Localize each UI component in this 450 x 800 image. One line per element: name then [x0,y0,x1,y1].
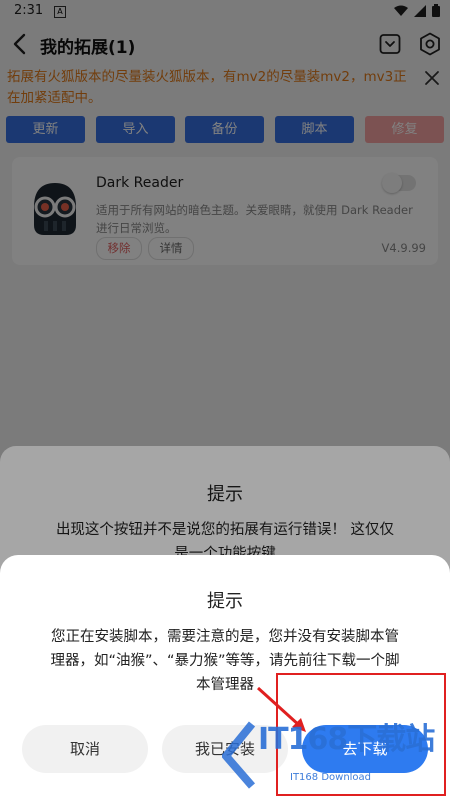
watermark-logo-icon [222,721,256,789]
watermark-subtext: IT168 Download [290,772,372,783]
watermark-text: IT168下载站 [258,722,435,757]
cancel-button[interactable]: 取消 [22,725,148,773]
watermark: IT168下载站 IT168 Download [222,712,446,792]
dialog-title: 提示 [207,591,243,612]
